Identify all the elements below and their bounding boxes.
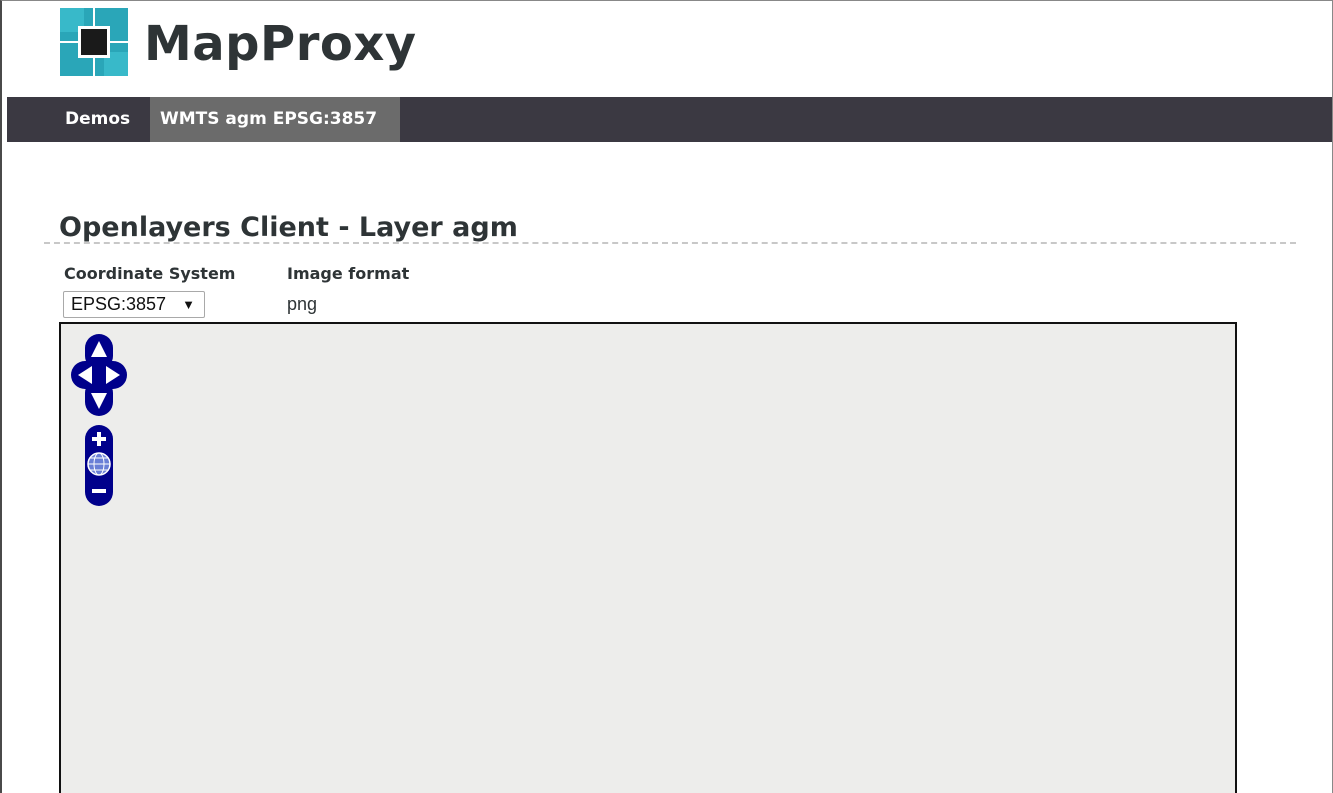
logo-text: MapProxy [144, 16, 417, 72]
nav-item-current-demo[interactable]: WMTS agm EPSG:3857 [150, 97, 400, 142]
image-format-label: Image format [287, 264, 410, 283]
map-viewport[interactable] [59, 322, 1237, 793]
coordinate-system-select[interactable]: EPSG:3857 ▼ [63, 291, 205, 318]
openlayers-panzoom-control [71, 334, 127, 506]
zoom-world-icon[interactable] [87, 452, 111, 476]
coordinate-system-value: EPSG:3857 [71, 294, 167, 314]
coordinate-system-label: Coordinate System [64, 264, 236, 283]
image-format-value: png [287, 294, 318, 314]
page-title: Openlayers Client - Layer agm [59, 212, 518, 243]
mapproxy-logo-icon [60, 8, 128, 76]
nav-item-demos[interactable]: Demos [55, 97, 140, 142]
title-divider [44, 242, 1296, 244]
zoom-out-icon[interactable] [92, 489, 106, 493]
pan-right-icon[interactable] [93, 361, 127, 389]
site-header: MapProxy [0, 0, 1333, 97]
dropdown-arrow-icon: ▼ [182, 297, 195, 312]
nav-bar: Demos WMTS agm EPSG:3857 [7, 97, 1332, 142]
